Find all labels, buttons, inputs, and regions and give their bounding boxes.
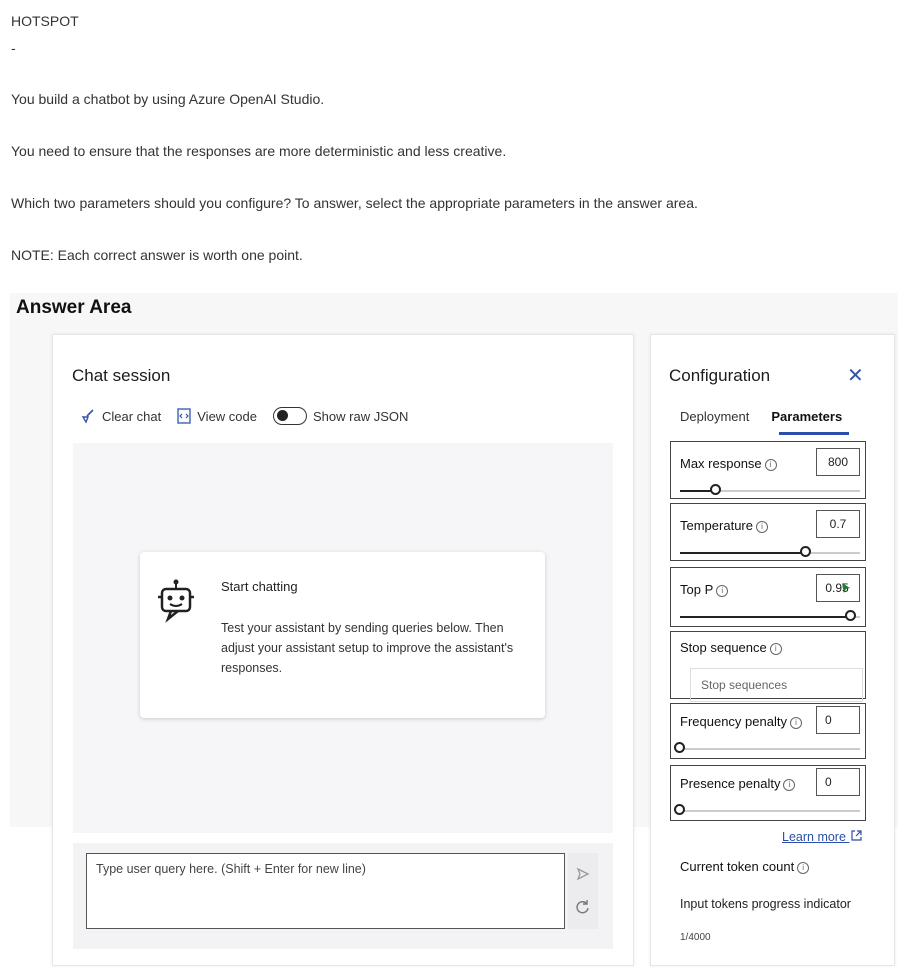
chat-messages-area: Start chatting Test your assistant by se…: [73, 443, 613, 833]
info-icon: i: [769, 643, 782, 655]
clear-chat-button[interactable]: Clear chat: [80, 408, 161, 424]
token-progress-label: Input tokens progress indicator: [680, 897, 851, 911]
learn-more-link[interactable]: Learn more: [782, 830, 863, 844]
info-icon: i: [755, 521, 768, 533]
presence-penalty-label: Presence penalty i: [680, 776, 796, 791]
token-count-title: Current token count i: [680, 859, 810, 874]
refresh-icon[interactable]: [575, 899, 591, 915]
close-icon[interactable]: ✕: [847, 363, 864, 388]
chat-toolbar: Clear chat View code Show raw JSON: [80, 407, 418, 425]
clear-chat-label: Clear chat: [102, 408, 162, 424]
temperature-label-text: Temperature: [680, 518, 753, 533]
user-query-input[interactable]: Type user query here. (Shift + Enter for…: [86, 853, 565, 929]
stop-sequence-label: Stop sequence i: [680, 640, 782, 655]
info-icon: i: [764, 459, 777, 471]
temperature-label: Temperature i: [680, 518, 768, 533]
show-raw-json-toggle[interactable]: Show raw JSON: [273, 407, 408, 425]
active-tab-indicator: [779, 432, 849, 435]
slider-thumb[interactable]: [710, 484, 721, 495]
temperature-slider[interactable]: [680, 546, 860, 557]
info-icon: i: [789, 717, 802, 729]
stop-sequence-placeholder: Stop sequences: [701, 678, 788, 692]
info-icon: i: [783, 779, 796, 791]
frequency-penalty-value[interactable]: 0: [816, 706, 860, 734]
toggle-knob: [277, 410, 288, 421]
stop-sequence-label-text: Stop sequence: [680, 640, 767, 655]
question-line-1: You build a chatbot by using Azure OpenA…: [11, 91, 325, 107]
start-chatting-card: Start chatting Test your assistant by se…: [140, 552, 545, 718]
show-raw-json-label: Show raw JSON: [313, 408, 409, 424]
config-tabs: Deployment Parameters: [680, 409, 842, 424]
token-count-value: 1/4000: [680, 932, 711, 943]
max-response-slider[interactable]: [680, 484, 860, 495]
learn-more-text: Learn more: [782, 830, 846, 844]
toggle-switch[interactable]: [273, 407, 307, 425]
temperature-value[interactable]: 0.7: [816, 510, 860, 538]
configuration-panel: Configuration ✕ Deployment Parameters Ma…: [650, 334, 895, 966]
tab-deployment[interactable]: Deployment: [680, 409, 749, 424]
external-link-icon: [851, 830, 863, 841]
param-top-p: Top Pi 0.95: [670, 567, 866, 627]
slider-thumb[interactable]: [674, 804, 685, 815]
view-code-button[interactable]: View code: [177, 408, 257, 424]
configuration-title: Configuration: [669, 366, 771, 385]
cursor-icon: [841, 583, 850, 593]
question-header: HOTSPOT: [11, 13, 79, 29]
chat-session-panel: Chat session Clear chat View code Show r…: [52, 334, 634, 966]
user-query-placeholder: Type user query here. (Shift + Enter for…: [96, 862, 366, 876]
start-chatting-title: Start chatting: [221, 579, 298, 594]
question-note: NOTE: Each correct answer is worth one p…: [11, 247, 303, 263]
question-dash: -: [11, 40, 16, 56]
slider-thumb[interactable]: [674, 742, 685, 753]
top-p-value[interactable]: 0.95: [816, 574, 860, 602]
top-p-label-text: Top P: [680, 582, 714, 597]
max-response-label: Max response i: [680, 456, 777, 471]
answer-area-title: Answer Area: [16, 297, 132, 318]
info-icon: i: [716, 585, 729, 597]
param-temperature: Temperature i 0.7: [670, 503, 866, 561]
param-stop-sequence: Stop sequence i Stop sequences: [670, 631, 866, 702]
presence-penalty-slider[interactable]: [674, 804, 860, 815]
slider-thumb[interactable]: [800, 546, 811, 557]
max-response-value[interactable]: 800: [816, 448, 860, 476]
slider-thumb[interactable]: [845, 610, 856, 621]
send-icon[interactable]: [576, 867, 590, 881]
input-actions: [568, 853, 598, 929]
top-p-slider[interactable]: [680, 610, 860, 621]
start-chatting-text: Test your assistant by sending queries b…: [221, 621, 514, 675]
presence-penalty-label-text: Presence penalty: [680, 776, 781, 791]
frequency-penalty-slider[interactable]: [674, 742, 860, 753]
param-presence-penalty: Presence penalty i 0: [670, 765, 866, 821]
frequency-penalty-label-text: Frequency penalty: [680, 714, 787, 729]
max-response-label-text: Max response: [680, 456, 762, 471]
chat-session-title: Chat session: [72, 366, 171, 385]
broom-icon: [81, 409, 94, 424]
presence-penalty-value[interactable]: 0: [816, 768, 860, 796]
param-frequency-penalty: Frequency penalty i 0: [670, 703, 866, 759]
info-icon: i: [797, 862, 810, 874]
stop-sequence-input[interactable]: Stop sequences: [690, 668, 863, 702]
tab-parameters[interactable]: Parameters: [771, 409, 842, 424]
bot-icon: [158, 579, 194, 623]
view-code-label: View code: [197, 408, 257, 424]
param-max-response: Max response i 800: [670, 441, 866, 499]
code-file-icon: [177, 408, 191, 424]
question-line-3: Which two parameters should you configur…: [11, 195, 698, 211]
question-line-2: You need to ensure that the responses ar…: [11, 143, 507, 159]
frequency-penalty-label: Frequency penalty i: [680, 714, 802, 729]
token-count-title-text: Current token count: [680, 859, 795, 874]
top-p-label: Top Pi: [680, 582, 729, 597]
slider-fill: [680, 552, 806, 554]
slider-fill: [680, 616, 851, 618]
chat-input-area: Type user query here. (Shift + Enter for…: [73, 843, 613, 949]
